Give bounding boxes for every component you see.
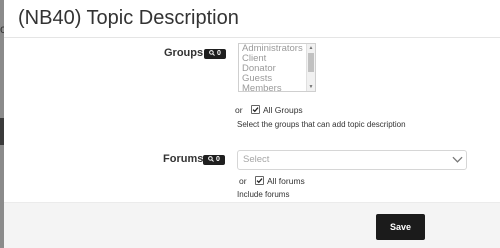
forums-help-text: Include forums <box>237 190 290 199</box>
modal-footer <box>4 202 500 248</box>
modal-title: (NB40) Topic Description <box>18 7 239 29</box>
forums-or-text: or <box>239 176 247 186</box>
forums-hint-button[interactable]: 0 <box>203 155 225 165</box>
groups-hint-button[interactable]: 0 <box>204 49 226 59</box>
groups-multiselect[interactable]: Administrators Client Donator Guests Mem… <box>238 43 316 92</box>
modal-header: (NB40) Topic Description <box>4 0 500 38</box>
groups-scrollbar[interactable]: ▲ ▼ <box>306 44 315 91</box>
scroll-up-icon[interactable]: ▲ <box>307 44 315 52</box>
topic-description-modal: (NB40) Topic Description Groups 0 Admini… <box>4 0 500 248</box>
search-icon <box>208 156 214 163</box>
list-item[interactable]: Members <box>239 84 315 92</box>
forums-select[interactable]: Select <box>237 150 467 170</box>
chevron-down-icon <box>452 156 463 163</box>
all-forums-label[interactable]: All forums <box>267 176 305 186</box>
all-groups-checkbox[interactable] <box>251 105 260 114</box>
all-groups-label[interactable]: All Groups <box>263 105 303 115</box>
save-button[interactable]: Save <box>376 214 425 240</box>
all-forums-checkbox[interactable] <box>255 176 264 185</box>
forums-hint-count: 0 <box>216 156 220 163</box>
search-icon <box>209 50 215 57</box>
check-icon <box>252 107 259 113</box>
groups-hint-count: 0 <box>217 50 221 57</box>
scrollbar-thumb[interactable] <box>308 53 314 72</box>
groups-or-text: or <box>235 105 243 115</box>
groups-help-text: Select the groups that can add topic des… <box>237 120 406 129</box>
forums-select-placeholder: Select <box>243 154 270 165</box>
forums-label: Forums <box>163 153 204 165</box>
scroll-down-icon[interactable]: ▼ <box>307 83 315 91</box>
check-icon <box>256 178 263 184</box>
groups-label: Groups <box>164 47 204 59</box>
